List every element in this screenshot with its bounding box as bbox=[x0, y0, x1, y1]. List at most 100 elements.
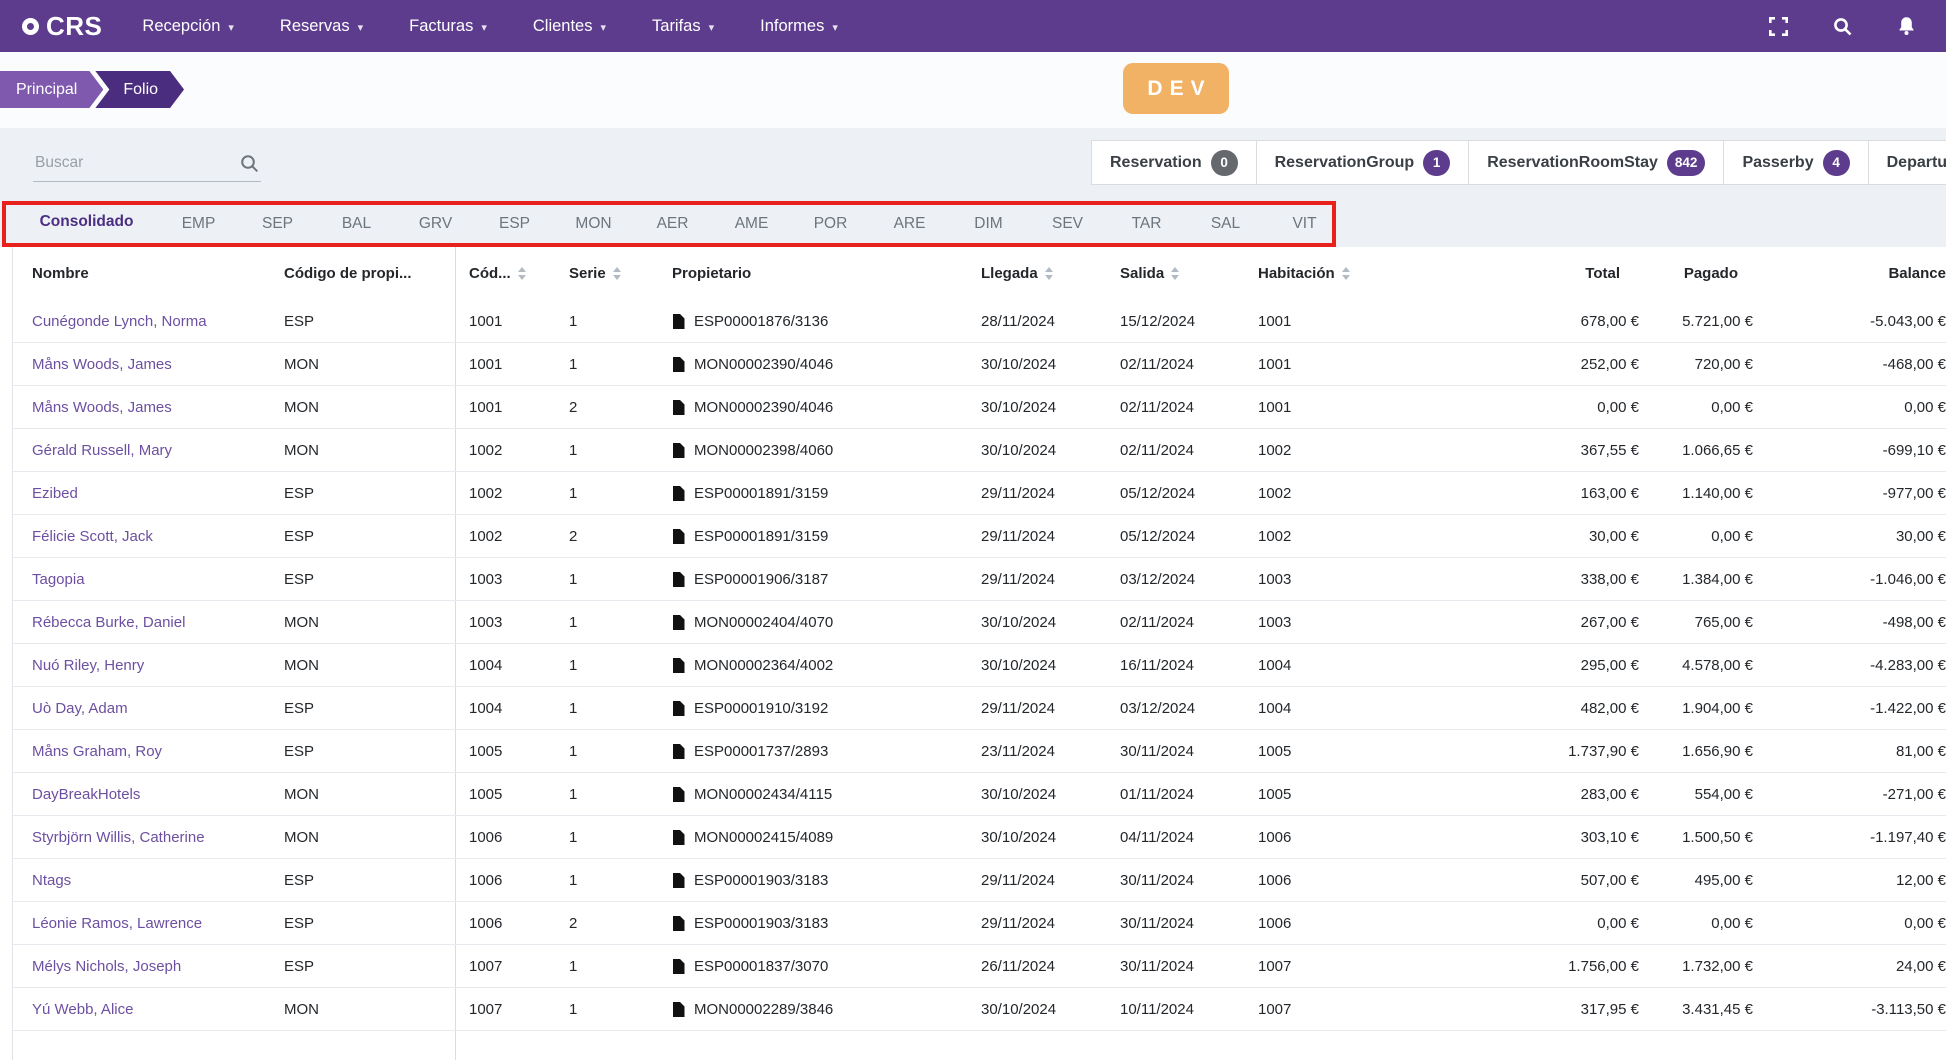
document-icon bbox=[672, 529, 685, 544]
cell-name: Léonie Ramos, Lawrence bbox=[13, 915, 284, 932]
folio-name-link[interactable]: Måns Woods, James bbox=[32, 399, 172, 416]
tab-esp[interactable]: ESP bbox=[475, 200, 554, 247]
column-header-total: Total bbox=[1530, 265, 1639, 282]
column-header-habitacion[interactable]: Habitación bbox=[1258, 265, 1530, 282]
table-row[interactable]: Måns Woods, JamesMON10012MON00002390/404… bbox=[13, 386, 1946, 429]
record-tab-reservationroomstay[interactable]: ReservationRoomStay842 bbox=[1468, 140, 1724, 185]
cell-arrival: 30/10/2024 bbox=[981, 356, 1120, 373]
folio-name-link[interactable]: Rébecca Burke, Daniel bbox=[32, 614, 185, 631]
menu-clientes[interactable]: Clientes▾ bbox=[533, 17, 606, 36]
search-input[interactable] bbox=[33, 146, 228, 180]
brand-link[interactable]: CRS bbox=[22, 11, 102, 42]
table-row[interactable]: Léonie Ramos, LawrenceESP10062ESP0000190… bbox=[13, 902, 1946, 945]
search-submit-icon[interactable] bbox=[240, 154, 259, 178]
record-tab-passerby[interactable]: Passerby 4 bbox=[1723, 140, 1868, 185]
cell-code: 1002 bbox=[455, 429, 569, 471]
tab-consolidado[interactable]: Consolidado bbox=[14, 200, 159, 247]
folio-name-link[interactable]: Gérald Russell, Mary bbox=[32, 442, 172, 459]
column-header-label: Llegada bbox=[981, 265, 1038, 282]
folio-name-link[interactable]: Ntags bbox=[32, 872, 71, 889]
menu-informes[interactable]: Informes▾ bbox=[760, 17, 838, 36]
table-row[interactable]: Mélys Nichols, JosephESP10071ESP00001837… bbox=[13, 945, 1946, 988]
cell-owner: MON00002364/4002 bbox=[672, 657, 981, 674]
tab-aer[interactable]: AER bbox=[633, 200, 712, 247]
table-row[interactable]: DayBreakHotelsMON10051MON00002434/411530… bbox=[13, 773, 1946, 816]
sort-icon bbox=[1045, 267, 1053, 280]
column-header-serie[interactable]: Serie bbox=[569, 265, 672, 282]
cell-total: 507,00 € bbox=[1530, 872, 1639, 889]
folio-name-link[interactable]: Tagopia bbox=[32, 571, 85, 588]
cell-serie: 1 bbox=[569, 958, 672, 975]
fullscreen-icon[interactable] bbox=[1768, 16, 1788, 36]
folio-name-link[interactable]: Styrbjörn Willis, Catherine bbox=[32, 829, 205, 846]
tab-grv[interactable]: GRV bbox=[396, 200, 475, 247]
folio-name-link[interactable]: Uò Day, Adam bbox=[32, 700, 128, 717]
menu-reservas[interactable]: Reservas▾ bbox=[280, 17, 363, 36]
cell-owner: MON00002289/3846 bbox=[672, 1001, 981, 1018]
column-header-salida[interactable]: Salida bbox=[1120, 265, 1258, 282]
table-row[interactable]: Måns Graham, RoyESP10051ESP00001737/2893… bbox=[13, 730, 1946, 773]
tab-por[interactable]: POR bbox=[791, 200, 870, 247]
bell-icon[interactable] bbox=[1896, 16, 1916, 36]
cell-total: 0,00 € bbox=[1530, 915, 1639, 932]
table-header-row: NombreCódigo de propi...Cód...SeriePropi… bbox=[13, 247, 1946, 300]
table-row[interactable]: EzibedESP10021ESP00001891/315929/11/2024… bbox=[13, 472, 1946, 515]
breadcrumb-item-principal[interactable]: Principal bbox=[0, 71, 103, 108]
column-header-cod[interactable]: Cód... bbox=[455, 247, 569, 300]
tab-ame[interactable]: AME bbox=[712, 200, 791, 247]
folio-name-link[interactable]: Félicie Scott, Jack bbox=[32, 528, 153, 545]
record-tab-departure[interactable]: Departure bbox=[1868, 140, 1946, 185]
cell-total: 267,00 € bbox=[1530, 614, 1639, 631]
record-tab-reservation[interactable]: Reservation0 bbox=[1091, 140, 1257, 185]
folio-name-link[interactable]: Cunégonde Lynch, Norma bbox=[32, 313, 207, 330]
folio-name-link[interactable]: Ezibed bbox=[32, 485, 78, 502]
sort-icon bbox=[1342, 267, 1350, 280]
breadcrumb-item-folio[interactable]: Folio bbox=[95, 71, 184, 108]
table-row[interactable]: Styrbjörn Willis, CatherineMON10061MON00… bbox=[13, 816, 1946, 859]
column-header-llegada[interactable]: Llegada bbox=[981, 265, 1120, 282]
tab-sep[interactable]: SEP bbox=[238, 200, 317, 247]
count-badge: 4 bbox=[1823, 150, 1850, 176]
tab-vit[interactable]: VIT bbox=[1265, 200, 1344, 247]
table-row[interactable]: NtagsESP10061ESP00001903/318329/11/20243… bbox=[13, 859, 1946, 902]
table-row[interactable]: Cunégonde Lynch, NormaESP10011ESP0000187… bbox=[13, 300, 1946, 343]
table-row[interactable]: Uò Day, AdamESP10041ESP00001910/319229/1… bbox=[13, 687, 1946, 730]
record-tab-label: Passerby bbox=[1742, 154, 1813, 172]
folio-name-link[interactable]: Måns Woods, James bbox=[32, 356, 172, 373]
cell-name: Måns Woods, James bbox=[13, 356, 284, 373]
table-row[interactable]: Yú Webb, AliceMON10071MON00002289/384630… bbox=[13, 988, 1946, 1031]
column-header-label: Total bbox=[1585, 265, 1620, 282]
record-tab-label: Reservation bbox=[1110, 154, 1202, 172]
tab-sal[interactable]: SAL bbox=[1186, 200, 1265, 247]
record-tab-reservationgroup[interactable]: ReservationGroup1 bbox=[1256, 140, 1470, 185]
tab-dim[interactable]: DIM bbox=[949, 200, 1028, 247]
menu-recepcion[interactable]: Recepción▾ bbox=[142, 17, 234, 36]
tab-are[interactable]: ARE bbox=[870, 200, 949, 247]
table-row[interactable]: Måns Woods, JamesMON10011MON00002390/404… bbox=[13, 343, 1946, 386]
folio-name-link[interactable]: Nuó Riley, Henry bbox=[32, 657, 144, 674]
cell-code: 1007 bbox=[455, 988, 569, 1030]
tab-emp[interactable]: EMP bbox=[159, 200, 238, 247]
cell-name: Yú Webb, Alice bbox=[13, 1001, 284, 1018]
cell-arrival: 30/10/2024 bbox=[981, 1001, 1120, 1018]
search-icon[interactable] bbox=[1832, 16, 1852, 36]
cell-room: 1007 bbox=[1258, 1001, 1530, 1018]
table-row[interactable]: Rébecca Burke, DanielMON10031MON00002404… bbox=[13, 601, 1946, 644]
tab-sev[interactable]: SEV bbox=[1028, 200, 1107, 247]
table-row[interactable]: TagopiaESP10031ESP00001906/318729/11/202… bbox=[13, 558, 1946, 601]
table-row[interactable]: Nuó Riley, HenryMON10041MON00002364/4002… bbox=[13, 644, 1946, 687]
folio-name-link[interactable]: Mélys Nichols, Joseph bbox=[32, 958, 181, 975]
menu-facturas[interactable]: Facturas▾ bbox=[409, 17, 487, 36]
table-row[interactable]: Félicie Scott, JackESP10022ESP00001891/3… bbox=[13, 515, 1946, 558]
folio-name-link[interactable]: Måns Graham, Roy bbox=[32, 743, 162, 760]
folio-name-link[interactable]: Léonie Ramos, Lawrence bbox=[32, 915, 202, 932]
cell-arrival: 30/10/2024 bbox=[981, 614, 1120, 631]
tab-bal[interactable]: BAL bbox=[317, 200, 396, 247]
menu-tarifas[interactable]: Tarifas▾ bbox=[652, 17, 714, 36]
cell-room: 1006 bbox=[1258, 829, 1530, 846]
folio-name-link[interactable]: DayBreakHotels bbox=[32, 786, 140, 803]
tab-tar[interactable]: TAR bbox=[1107, 200, 1186, 247]
folio-name-link[interactable]: Yú Webb, Alice bbox=[32, 1001, 133, 1018]
tab-mon[interactable]: MON bbox=[554, 200, 633, 247]
table-row[interactable]: Gérald Russell, MaryMON10021MON00002398/… bbox=[13, 429, 1946, 472]
